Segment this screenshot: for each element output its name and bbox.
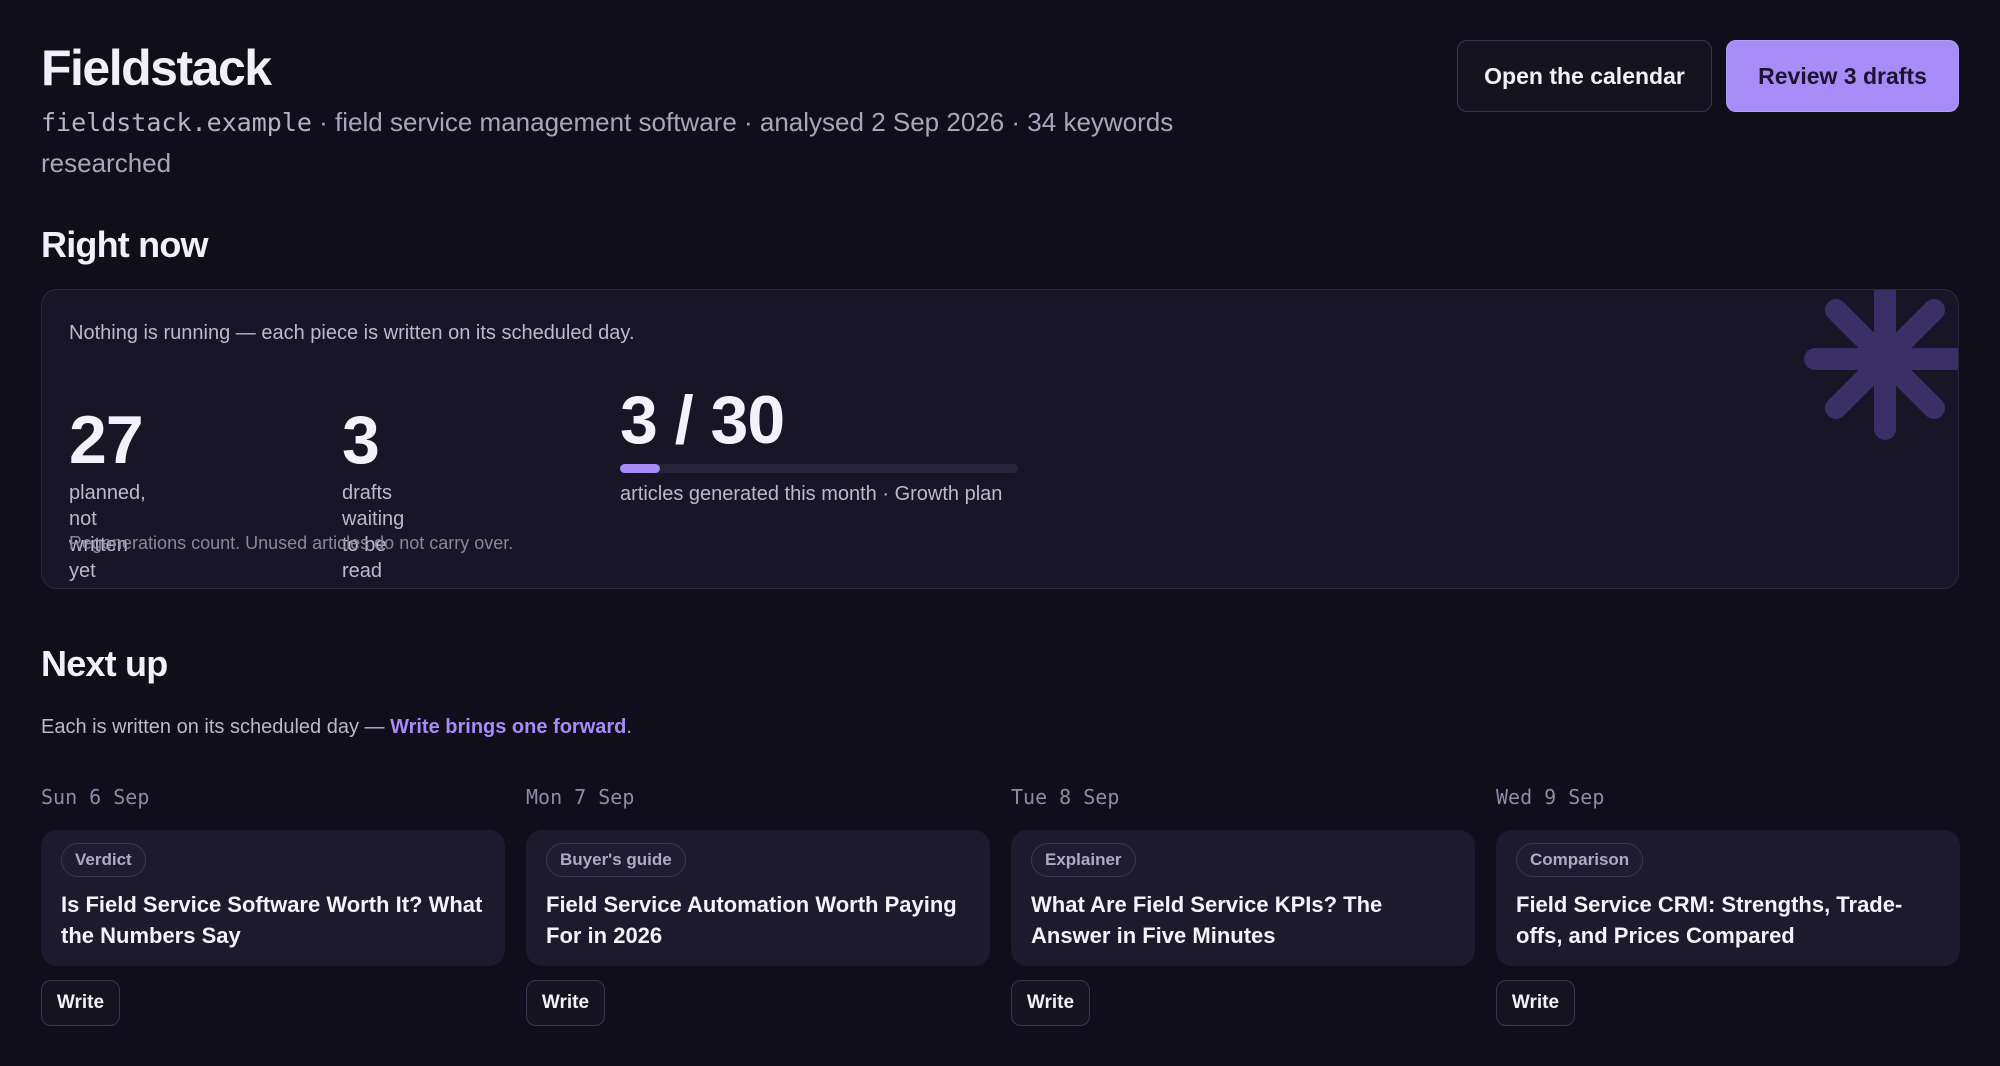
article-type-badge: Verdict <box>61 843 146 877</box>
article-card[interactable]: Buyer's guide Field Service Automation W… <box>526 830 990 966</box>
article-card[interactable]: Explainer What Are Field Service KPIs? T… <box>1011 830 1475 966</box>
header-actions: Open the calendar Review 3 drafts <box>1457 40 1959 112</box>
article-title: Field Service CRM: Strengths, Trade-offs… <box>1516 892 1903 948</box>
review-drafts-button[interactable]: Review 3 drafts <box>1726 40 1959 112</box>
running-status: Nothing is running — each piece is writt… <box>69 322 635 344</box>
next-up-heading: Next up <box>41 643 168 684</box>
usage-progress-bar <box>620 464 1018 473</box>
schedule-day: Tue 8 Sep <box>1011 785 1120 809</box>
site-header: Fieldstack fieldstack.example · field se… <box>41 0 1959 205</box>
write-button[interactable]: Write <box>1496 980 1575 1026</box>
right-now-heading: Right now <box>41 224 209 265</box>
schedule-day: Sun 6 Sep <box>41 785 150 809</box>
asterisk-icon <box>1804 290 1958 440</box>
stat-drafts: 3 drafts waiting to be read <box>342 400 404 584</box>
article-title: Field Service Automation Worth Paying Fo… <box>546 892 957 948</box>
stat-value: 3 <box>342 402 380 478</box>
article-title: Is Field Service Software Worth It? What… <box>61 892 483 948</box>
article-title: What Are Field Service KPIs? The Answer … <box>1031 892 1383 948</box>
right-now-panel: Nothing is running — each piece is writt… <box>41 289 1959 589</box>
site-meta: fieldstack.example · field service manag… <box>41 102 1241 184</box>
stat-usage: 3 / 30 articles generated this month · G… <box>620 378 1018 507</box>
schedule-item: Wed 9 Sep Comparison Field Service CRM: … <box>1496 784 1960 1026</box>
schedule-item: Sun 6 Sep Verdict Is Field Service Softw… <box>41 784 505 1026</box>
article-type-badge: Buyer's guide <box>546 843 686 877</box>
article-card[interactable]: Comparison Field Service CRM: Strengths,… <box>1496 830 1960 966</box>
site-domain: fieldstack.example <box>41 108 312 137</box>
schedule-item: Tue 8 Sep Explainer What Are Field Servi… <box>1011 784 1475 1026</box>
article-card[interactable]: Verdict Is Field Service Software Worth … <box>41 830 505 966</box>
schedule-day: Wed 9 Sep <box>1496 785 1605 809</box>
usage-progress-fill <box>620 464 660 473</box>
write-button[interactable]: Write <box>1011 980 1090 1026</box>
article-type-badge: Comparison <box>1516 843 1644 877</box>
next-up-description: Each is written on its scheduled day — W… <box>41 714 1959 740</box>
write-button[interactable]: Write <box>526 980 605 1026</box>
next-up-desc-text: Each is written on its scheduled day — <box>41 716 391 738</box>
open-calendar-button[interactable]: Open the calendar <box>1457 40 1712 112</box>
usage-footnote: Regenerations count. Unused articles do … <box>69 533 514 553</box>
schedule-day: Mon 7 Sep <box>526 785 635 809</box>
stat-label: articles generated this month · Growth p… <box>620 483 1003 505</box>
stat-label: planned, not written yet <box>69 482 146 582</box>
write-button[interactable]: Write <box>41 980 120 1026</box>
article-type-badge: Explainer <box>1031 843 1136 877</box>
schedule-item: Mon 7 Sep Buyer's guide Field Service Au… <box>526 784 990 1026</box>
stat-value: 3 / 30 <box>620 382 785 458</box>
stat-planned: 27 planned, not written yet <box>69 400 146 584</box>
next-up-desc-end: . <box>626 716 632 738</box>
dashboard-page: Fieldstack fieldstack.example · field se… <box>0 0 2000 1066</box>
stat-label: drafts waiting to be read <box>342 482 405 582</box>
stat-value: 27 <box>69 402 144 478</box>
next-up-desc-emphasis: Write brings one forward <box>390 716 627 738</box>
